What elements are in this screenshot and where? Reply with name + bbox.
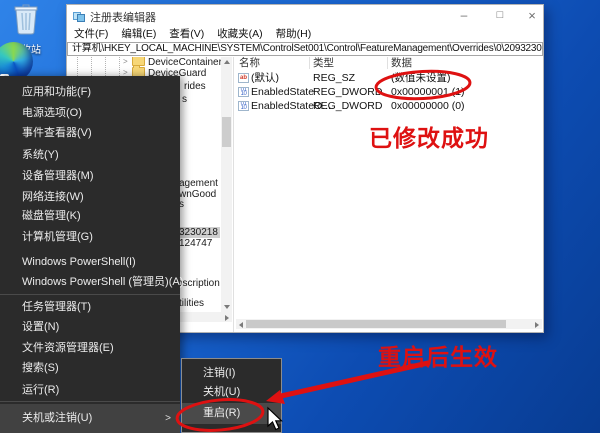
- column-separator[interactable]: [387, 57, 388, 69]
- menu-divider: [0, 401, 180, 402]
- menu-task-manager[interactable]: 任务管理器(T): [0, 297, 180, 317]
- regedit-app-icon: [73, 10, 85, 22]
- menu-settings[interactable]: 设置(N): [0, 317, 180, 337]
- menu-view[interactable]: 查看(V): [169, 26, 204, 42]
- tree-item-fragment[interactable]: tilities: [179, 298, 204, 309]
- window-title: 注册表编辑器: [90, 9, 156, 25]
- tree-item-fragment[interactable]: s: [182, 94, 187, 105]
- scrollbar-thumb[interactable]: [222, 117, 231, 147]
- scroll-right-icon: [225, 315, 229, 321]
- maximize-button[interactable]: □: [487, 5, 513, 26]
- menu-help[interactable]: 帮助(H): [276, 26, 312, 42]
- shutdown-submenu: 注销(I) 关机(U) 重启(R): [181, 358, 282, 433]
- submenu-restart[interactable]: 重启(R): [182, 403, 281, 424]
- winx-menu: 应用和功能(F) 电源选项(O) 事件查看器(V) 系统(Y) 设备管理器(M)…: [0, 76, 180, 433]
- scroll-left-icon: [239, 322, 243, 328]
- column-separator[interactable]: [309, 57, 310, 69]
- registry-path: 计算机\HKEY_LOCAL_MACHINE\SYSTEM\ControlSet…: [68, 43, 542, 55]
- menu-divider: [0, 294, 180, 295]
- menu-disk-management[interactable]: 磁盘管理(K): [0, 206, 180, 226]
- recycle-bin-icon: [11, 3, 41, 35]
- menu-device-manager[interactable]: 设备管理器(M): [0, 166, 180, 186]
- list-header: 名称 类型 数据: [236, 57, 543, 69]
- value-row-default[interactable]: ab (默认) REG_SZ (数值未设置): [236, 71, 543, 85]
- menu-search[interactable]: 搜索(S): [0, 358, 180, 378]
- menu-edit[interactable]: 编辑(E): [121, 26, 156, 42]
- scrollbar-thumb[interactable]: [246, 320, 506, 328]
- menu-favorites[interactable]: 收藏夹(A): [217, 26, 263, 42]
- menu-bar: 文件(F) 编辑(E) 查看(V) 收藏夹(A) 帮助(H): [67, 26, 543, 42]
- scroll-right-icon: [535, 322, 539, 328]
- tree-item-selected[interactable]: 3230218: [177, 227, 220, 238]
- column-name[interactable]: 名称: [239, 57, 260, 69]
- annotation-modified-success: 已修改成功: [369, 119, 489, 153]
- menu-powershell[interactable]: Windows PowerShell(I): [0, 252, 180, 272]
- minimize-button[interactable]: –: [451, 5, 477, 26]
- scroll-up-icon: [224, 60, 230, 64]
- tree-vertical-scrollbar[interactable]: [221, 57, 232, 312]
- menu-apps-features[interactable]: 应用和功能(F): [0, 82, 180, 102]
- tree-item-fragment[interactable]: wnGood: [179, 189, 216, 200]
- menu-file[interactable]: 文件(F): [74, 26, 108, 42]
- list-horizontal-scrollbar[interactable]: [236, 319, 542, 329]
- menu-power-options[interactable]: 电源选项(O): [0, 103, 180, 123]
- menu-computer-management[interactable]: 计算机管理(G): [0, 227, 180, 247]
- tree-item-fragment[interactable]: 124747: [179, 238, 212, 249]
- address-bar[interactable]: 计算机\HKEY_LOCAL_MACHINE\SYSTEM\ControlSet…: [67, 42, 543, 56]
- menu-network-connections[interactable]: 网络连接(W): [0, 187, 180, 207]
- menu-file-explorer[interactable]: 文件资源管理器(E): [0, 338, 180, 358]
- menu-system[interactable]: 系统(Y): [0, 145, 180, 165]
- column-type[interactable]: 类型: [313, 57, 334, 69]
- value-row-enabledstateoptions[interactable]: 0110 EnabledStateO... REG_DWORD 0x000000…: [236, 99, 543, 113]
- menu-shutdown-signout[interactable]: 关机或注销(U) >: [0, 404, 180, 433]
- expander-icon[interactable]: >: [123, 57, 132, 67]
- column-data[interactable]: 数据: [391, 57, 412, 69]
- scroll-down-icon: [224, 305, 230, 309]
- reg-dword-icon: 0110: [238, 87, 249, 97]
- value-row-enabledstate[interactable]: 0110 EnabledState REG_DWORD 0x00000001 (…: [236, 85, 543, 99]
- reg-dword-icon: 0110: [238, 101, 249, 111]
- registry-value-list: 名称 类型 数据 ab (默认) REG_SZ (数值未设置) 0110 Ena…: [236, 57, 543, 332]
- submenu-sign-out[interactable]: 注销(I): [182, 364, 281, 383]
- submenu-chevron-icon: >: [165, 404, 171, 433]
- desktop: 回收站 ↗ 注册表编辑器 – □ × 文件(F) 编辑(E) 查看(V) 收藏夹…: [0, 0, 600, 433]
- tree-item-fragment[interactable]: rides: [184, 81, 206, 92]
- tree-item-fragment[interactable]: bscription: [177, 278, 220, 289]
- titlebar[interactable]: 注册表编辑器 – □ ×: [67, 5, 543, 26]
- menu-powershell-admin[interactable]: Windows PowerShell (管理员)(A): [0, 272, 180, 292]
- annotation-restart-effect: 重启后生效: [378, 338, 498, 372]
- reg-sz-icon: ab: [238, 73, 249, 83]
- close-button[interactable]: ×: [519, 5, 545, 26]
- tree-item-fragment[interactable]: agement: [179, 178, 218, 189]
- menu-event-viewer[interactable]: 事件查看器(V): [0, 123, 180, 143]
- submenu-shut-down[interactable]: 关机(U): [182, 383, 281, 402]
- menu-run[interactable]: 运行(R): [0, 380, 180, 400]
